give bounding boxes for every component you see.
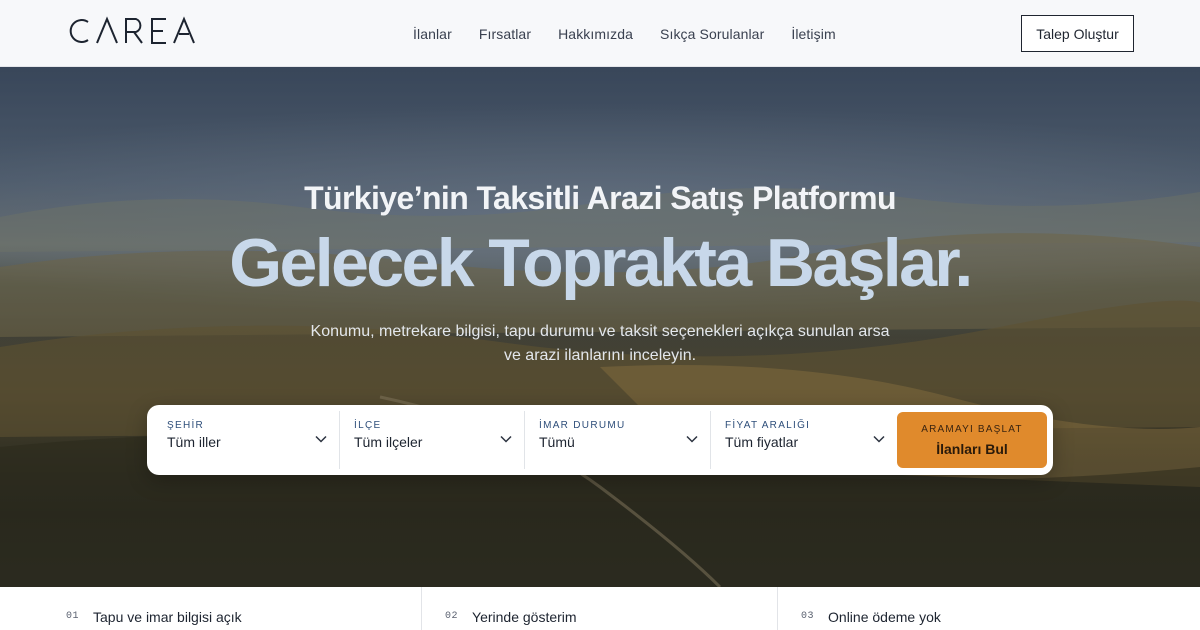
feature-item: 03 Online ödeme yok bbox=[801, 587, 941, 630]
feature-number: 02 bbox=[445, 611, 459, 622]
district-select[interactable]: İLÇE Tüm ilçeler bbox=[340, 411, 525, 469]
feature-item: 01 Tapu ve imar bilgisi açık bbox=[66, 587, 242, 630]
feature-text: Online ödeme yok bbox=[828, 609, 941, 625]
nav-link-contact[interactable]: İletişim bbox=[791, 26, 835, 42]
district-select-label: İLÇE bbox=[354, 420, 382, 431]
feature-item: 02 Yerinde gösterim bbox=[445, 587, 577, 630]
price-range-select-label: FİYAT ARALIĞI bbox=[725, 420, 811, 431]
city-select-value: Tüm iller bbox=[167, 434, 221, 450]
search-button-label: İlanları Bul bbox=[936, 440, 1008, 457]
zoning-select[interactable]: İMAR DURUMU Tümü bbox=[525, 411, 711, 469]
nav-link-listings[interactable]: İlanlar bbox=[413, 26, 452, 42]
chevron-down-icon bbox=[873, 435, 885, 443]
chevron-down-icon bbox=[315, 435, 327, 443]
main-nav: İlanlar Fırsatlar Hakkımızda Sıkça Sorul… bbox=[413, 0, 836, 67]
city-select-label: ŞEHİR bbox=[167, 420, 205, 431]
chevron-down-icon bbox=[500, 435, 512, 443]
nav-link-faq[interactable]: Sıkça Sorulanlar bbox=[660, 26, 764, 42]
hero-title: Gelecek Toprakta Başlar. bbox=[229, 225, 973, 301]
search-button-kicker: ARAMAYI BAŞLAT bbox=[921, 423, 1023, 435]
district-select-value: Tüm ilçeler bbox=[354, 434, 423, 450]
chevron-down-icon bbox=[686, 435, 698, 443]
price-range-select[interactable]: FİYAT ARALIĞI Tüm fiyatlar bbox=[711, 411, 897, 469]
zoning-select-value: Tümü bbox=[539, 434, 575, 450]
feature-text: Yerinde gösterim bbox=[472, 609, 577, 625]
create-request-button[interactable]: Talep Oluştur bbox=[1021, 15, 1134, 52]
feature-number: 03 bbox=[801, 611, 815, 622]
brand-logo[interactable] bbox=[66, 14, 202, 48]
hero-description: Konumu, metrekare bilgisi, tapu durumu v… bbox=[310, 323, 890, 364]
feature-text: Tapu ve imar bilgisi açık bbox=[93, 609, 242, 625]
find-listings-button[interactable]: ARAMAYI BAŞLAT İlanları Bul bbox=[897, 412, 1047, 468]
price-range-select-value: Tüm fiyatlar bbox=[725, 434, 799, 450]
feature-divider bbox=[421, 587, 422, 630]
hero-subtitle: Türkiye’nin Taksitli Arazi Satış Platfor… bbox=[304, 180, 896, 216]
carea-logo-mark bbox=[69, 16, 195, 44]
city-select[interactable]: ŞEHİR Tüm iller bbox=[153, 411, 340, 469]
feature-number: 01 bbox=[66, 611, 80, 622]
site-header: İlanlar Fırsatlar Hakkımızda Sıkça Sorul… bbox=[0, 0, 1200, 67]
zoning-select-label: İMAR DURUMU bbox=[539, 420, 626, 431]
features-strip: 01 Tapu ve imar bilgisi açık 02 Yerinde … bbox=[0, 587, 1200, 630]
hero-section: Türkiye’nin Taksitli Arazi Satış Platfor… bbox=[0, 67, 1200, 587]
nav-link-opportunities[interactable]: Fırsatlar bbox=[479, 26, 531, 42]
nav-link-about[interactable]: Hakkımızda bbox=[558, 26, 633, 42]
feature-divider bbox=[777, 587, 778, 630]
search-bar: ŞEHİR Tüm iller İLÇE Tüm ilçeler İMAR DU… bbox=[147, 405, 1053, 475]
